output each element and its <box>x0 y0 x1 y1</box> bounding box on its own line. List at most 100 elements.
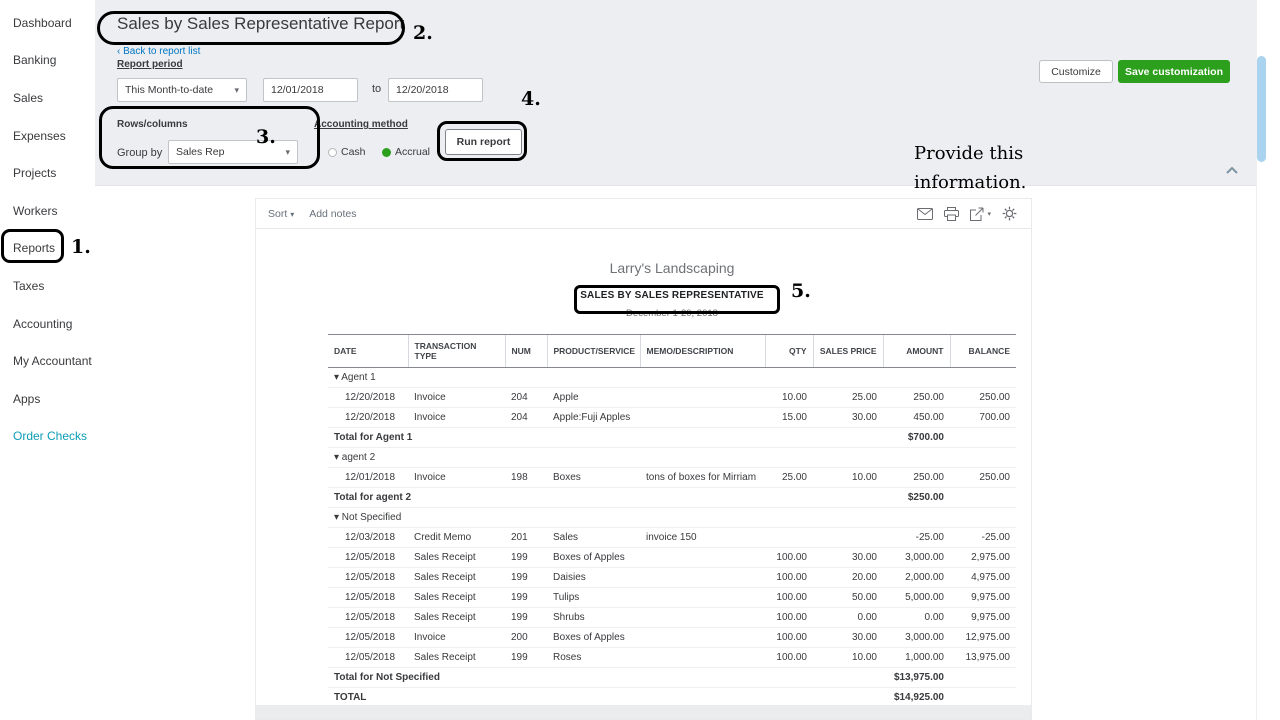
cell: 200 <box>505 627 547 648</box>
sidebar-item-expenses[interactable]: Expenses <box>0 117 95 155</box>
sidebar-item-banking[interactable]: Banking <box>0 42 95 80</box>
cell <box>640 547 765 568</box>
group-header-row[interactable]: ▾ agent 2 <box>328 447 1016 468</box>
cell: Sales Receipt <box>408 587 505 608</box>
group-header-row[interactable]: ▾ Agent 1 <box>328 367 1016 388</box>
back-to-report-list-link[interactable]: ‹ Back to report list <box>117 46 200 57</box>
cell: 201 <box>505 527 547 548</box>
cell: Boxes <box>547 467 640 488</box>
cell: 1,000.00 <box>883 647 950 668</box>
chevron-down-icon: ▾ <box>987 210 991 218</box>
sidebar-item-reports[interactable]: Reports <box>0 230 95 268</box>
group-header-row[interactable]: ▾ Not Specified <box>328 507 1016 528</box>
cell <box>640 587 765 608</box>
export-button[interactable]: ▾ <box>970 207 991 221</box>
sidebar-item-projects[interactable]: Projects <box>0 154 95 192</box>
cell: 2,975.00 <box>950 547 1016 568</box>
cell: Credit Memo <box>408 527 505 548</box>
cell: tons of boxes for Mirriam <box>640 467 765 488</box>
cell: 199 <box>505 567 547 588</box>
report-card: Sort ▾ Add notes ▾ Larry's Landscaping S… <box>255 198 1032 720</box>
cell: -25.00 <box>950 527 1016 548</box>
sidebar-item-sales[interactable]: Sales <box>0 79 95 117</box>
cash-radio[interactable]: Cash <box>328 146 366 158</box>
sidebar-item-apps[interactable]: Apps <box>0 380 95 418</box>
cell <box>640 647 765 668</box>
cell: 250.00 <box>883 387 950 408</box>
cell: Shrubs <box>547 607 640 628</box>
cash-radio-label: Cash <box>341 146 366 158</box>
accounting-method-label: Accounting method <box>314 119 408 130</box>
column-header-qty: QTY <box>764 334 813 368</box>
table-cell <box>950 427 1016 448</box>
cell: 30.00 <box>813 547 883 568</box>
table-row: 12/20/2018 Invoice 204 Apple:Fuji Apples 15.… <box>328 407 1016 428</box>
table-cell <box>813 427 883 448</box>
sidebar-item-order-checks[interactable]: Order Checks <box>0 418 95 456</box>
cell: Roses <box>547 647 640 668</box>
column-header-amount: AMOUNT <box>882 334 950 368</box>
column-header-num: NUM <box>504 334 547 368</box>
sidebar-item-taxes[interactable]: Taxes <box>0 267 95 305</box>
group-by-select[interactable]: Sales Rep ▾ <box>168 140 298 164</box>
cell: 204 <box>505 387 547 408</box>
cell: 25.00 <box>813 387 883 408</box>
sidebar-item-accounting[interactable]: Accounting <box>0 305 95 343</box>
company-name: Larry's Landscaping <box>609 260 735 276</box>
cell: 2,000.00 <box>883 567 950 588</box>
cell: 10.00 <box>813 647 883 668</box>
cell: 12/05/2018 <box>328 647 408 668</box>
cell: 0.00 <box>813 607 883 628</box>
sidebar-item-dashboard[interactable]: Dashboard <box>0 4 95 42</box>
group-total-amount: $13,975.00 <box>883 667 950 688</box>
radio-on-icon <box>382 147 391 157</box>
cell: Daisies <box>547 567 640 588</box>
add-notes-button[interactable]: Add notes <box>309 208 356 220</box>
report-table: DATE TRANSACTION TYPE NUM PRODUCT/SERVICE ME… <box>328 334 1016 708</box>
cell: Sales Receipt <box>408 567 505 588</box>
sidebar-item-my-accountant[interactable]: My Accountant <box>0 342 95 380</box>
cell: 250.00 <box>950 387 1016 408</box>
cell: Boxes of Apples <box>547 627 640 648</box>
collapse-panel-chevron-up-icon[interactable] <box>1224 163 1240 179</box>
cell: 25.00 <box>765 467 813 488</box>
cell: 12/20/2018 <box>328 387 408 408</box>
sort-button[interactable]: Sort ▾ <box>268 208 294 220</box>
sidebar-item-workers[interactable]: Workers <box>0 192 95 230</box>
cell: Sales Receipt <box>408 647 505 668</box>
report-table-body: ▾ Agent 1 12/20/2018 Invoice 204 Apple 10.00 2… <box>328 367 1016 708</box>
cell: 199 <box>505 647 547 668</box>
run-report-button[interactable]: Run report <box>445 129 522 155</box>
start-date-input[interactable] <box>263 78 358 102</box>
print-button[interactable] <box>944 206 960 221</box>
cell: 30.00 <box>813 407 883 428</box>
chevron-down-icon: ▾ <box>234 84 239 95</box>
report-settings-button[interactable] <box>1002 206 1017 221</box>
cell: invoice 150 <box>640 527 765 548</box>
report-period-select[interactable]: This Month-to-date ▾ <box>117 78 247 102</box>
scrollbar-thumb[interactable] <box>1257 56 1266 162</box>
cell: 12/05/2018 <box>328 627 408 648</box>
gear-icon <box>1002 206 1017 221</box>
cell: 20.00 <box>813 567 883 588</box>
cell: 100.00 <box>765 627 813 648</box>
cell: 15.00 <box>765 407 813 428</box>
cell: 5,000.00 <box>883 587 950 608</box>
customize-button[interactable]: Customize <box>1039 60 1113 83</box>
sidebar-nav: Dashboard Banking Sales Expenses Projects Wor… <box>0 4 95 455</box>
cell: 4,975.00 <box>950 567 1016 588</box>
cell: Invoice <box>408 627 505 648</box>
column-header-date: DATE <box>328 334 408 368</box>
cell: 700.00 <box>950 407 1016 428</box>
cell: 450.00 <box>883 407 950 428</box>
table-cell <box>950 667 1016 688</box>
email-button[interactable] <box>917 207 934 220</box>
printer-icon <box>944 206 960 221</box>
group-by-label: Group by <box>117 147 163 159</box>
end-date-input[interactable] <box>388 78 483 102</box>
cell: 198 <box>505 467 547 488</box>
accrual-radio[interactable]: Accrual <box>382 146 430 158</box>
cell: 50.00 <box>813 587 883 608</box>
table-row: 12/20/2018 Invoice 204 Apple 10.00 25.00 250.0… <box>328 387 1016 408</box>
save-customization-button[interactable]: Save customization <box>1118 60 1230 83</box>
